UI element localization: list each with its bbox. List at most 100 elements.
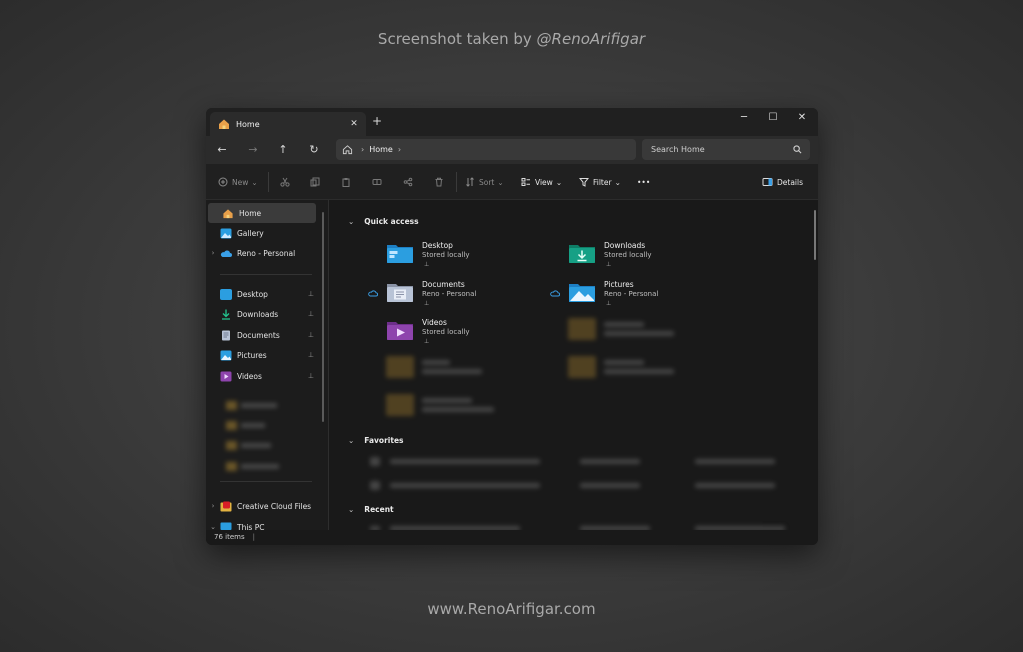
pane-splitter[interactable] [328,200,329,530]
breadcrumb-home[interactable]: Home [369,145,393,154]
clipboard-icon [342,178,350,187]
collapse-chevron-icon[interactable]: ⌄ [348,436,354,445]
new-button[interactable]: New ⌄ [218,176,258,188]
blurred-folder[interactable] [568,318,674,340]
file-explorer-window: Home ✕ + ─ ☐ ✕ ← → ↑ ↻ › Home › Search H… [206,108,818,545]
item-location: Reno - Personal [422,290,477,298]
section-quick-access[interactable]: ⌄ Quick access [348,217,419,226]
sidebar-item-creative-cloud[interactable]: › Creative Cloud Files [206,496,318,516]
share-button[interactable] [403,176,417,188]
sort-button[interactable]: Sort ⌄ [465,176,504,188]
minimize-button[interactable]: ─ [735,112,753,123]
item-location: Reno - Personal [604,290,659,298]
expand-chevron-icon[interactable]: › [206,249,220,257]
sidebar-item-label: Gallery [237,228,264,238]
screenshot-caption: Screenshot taken by @RenoArifigar [0,30,1023,48]
breadcrumb-expand-icon[interactable]: › [398,145,401,154]
collapse-chevron-icon[interactable]: ⌄ [348,217,354,226]
quick-access-downloads[interactable]: Downloads Stored locally ⊥ [568,240,718,274]
sidebar-item-home[interactable]: Home [208,203,316,223]
pin-icon: ⊥ [307,310,314,318]
blurred-folder[interactable] [568,356,674,378]
trash-icon [435,177,443,187]
maximize-button[interactable]: ☐ [764,112,782,123]
blurred-sidebar-item[interactable] [226,400,277,410]
sidebar-item-pictures[interactable]: Pictures ⊥ [206,345,318,365]
details-label: Details [777,177,804,187]
home-outline-icon[interactable] [342,144,353,155]
blurred-folder[interactable] [386,356,482,378]
quick-access-documents[interactable]: Documents Reno - Personal ⊥ [386,279,536,313]
navigation-pane: Home Gallery › Reno - Personal Desktop ⊥… [206,200,328,532]
pin-icon: ⊥ [307,290,314,298]
toolbar-divider [456,172,457,192]
collapse-chevron-icon[interactable]: ⌄ [348,505,354,514]
address-bar[interactable]: › Home › [336,139,636,160]
sidebar-item-label: Reno - Personal [237,248,296,258]
sidebar-scrollbar[interactable] [322,212,324,422]
blurred-sidebar-item[interactable] [226,440,271,450]
blurred-sidebar-item[interactable] [226,420,265,430]
item-name: Desktop [422,241,453,250]
sidebar-item-label: Home [239,208,262,218]
pictures-folder-icon [569,284,595,302]
more-options-icon: ••• [637,177,651,187]
copy-button[interactable] [310,176,324,188]
filter-icon [579,178,589,187]
sort-label: Sort [479,177,495,187]
new-tab-button[interactable]: + [372,114,382,128]
documents-folder-icon [387,284,413,302]
back-button[interactable]: ← [215,143,229,157]
videos-folder-icon [220,371,232,381]
close-window-button[interactable]: ✕ [793,112,811,123]
desktop-folder-icon [387,245,413,263]
item-location: Stored locally [422,251,470,259]
quick-access-desktop[interactable]: Desktop Stored locally ⊥ [386,240,536,274]
paste-button[interactable] [341,176,355,188]
delete-button[interactable] [434,176,448,188]
blurred-sidebar-item[interactable] [226,461,279,471]
search-input[interactable]: Search Home [642,139,810,160]
up-button[interactable]: ↑ [276,143,290,157]
refresh-button[interactable]: ↻ [307,143,321,157]
content-pane: ⌄ Quick access Desktop Stored locally ⊥ … [330,200,818,531]
videos-folder-icon [387,322,413,340]
sidebar-item-desktop[interactable]: Desktop ⊥ [206,284,318,304]
more-options-button[interactable]: ••• [637,176,650,188]
pictures-folder-icon [220,350,232,360]
copy-icon [310,177,320,187]
sidebar-item-gallery[interactable]: Gallery [206,223,318,243]
sidebar-item-videos[interactable]: Videos ⊥ [206,366,318,386]
expand-chevron-icon[interactable]: › [206,502,220,510]
forward-button[interactable]: → [246,143,260,157]
blurred-folder[interactable] [386,394,494,416]
sidebar-item-label: Creative Cloud Files [237,501,312,511]
sidebar-item-documents[interactable]: Documents ⊥ [206,325,318,345]
blurred-favorite-row[interactable] [370,457,775,466]
view-button[interactable]: View ⌄ [521,176,562,188]
command-bar: New ⌄ Sort ⌄ View ⌄ Filter ⌄ ••• Details [206,164,818,200]
rename-button[interactable] [372,176,386,188]
cut-button[interactable] [280,176,294,188]
filter-button[interactable]: Filter ⌄ [579,176,621,188]
quick-access-pictures[interactable]: Pictures Reno - Personal ⊥ [568,279,718,313]
caption-handle: @RenoArifigar [536,30,646,48]
sidebar-item-onedrive[interactable]: › Reno - Personal [206,243,318,263]
tab-home[interactable]: Home ✕ [210,112,366,136]
section-recent[interactable]: ⌄ Recent [348,505,394,514]
view-label: View [535,177,553,187]
details-button[interactable]: Details [762,176,803,188]
item-count: 76 items [214,533,245,541]
details-pane-icon [762,178,773,186]
item-location: Stored locally [422,328,470,336]
blurred-favorite-row[interactable] [370,481,775,490]
cloud-sync-icon [550,290,560,297]
tab-close-icon[interactable]: ✕ [348,119,360,129]
section-favorites[interactable]: ⌄ Favorites [348,436,404,445]
content-scrollbar[interactable] [814,210,816,260]
home-icon [219,119,229,129]
quick-access-videos[interactable]: Videos Stored locally ⊥ [386,317,536,351]
view-icon [521,178,530,186]
sidebar-item-downloads[interactable]: Downloads ⊥ [206,304,318,324]
pin-icon: ⊥ [606,300,612,307]
